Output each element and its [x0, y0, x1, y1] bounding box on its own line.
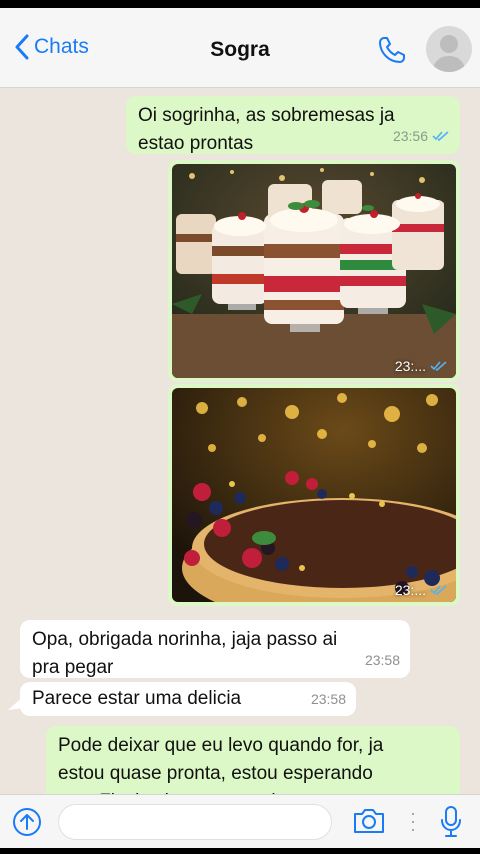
contact-name[interactable]: Sogra [0, 38, 480, 62]
message-meta: 23:56 [393, 122, 450, 150]
outgoing-message[interactable]: Pode deixar que eu levo quando for, ja e… [46, 726, 460, 798]
incoming-message[interactable]: Parece estar uma delicia 23:58 [20, 682, 356, 716]
message-text: estou quase pronta, estou esperando [58, 763, 373, 784]
incoming-message[interactable]: Opa, obrigada norinha, jaja passo ai pra… [20, 620, 410, 678]
default-avatar-icon [432, 35, 466, 72]
message-text: Opa, obrigada norinha, jaja passo ai [32, 629, 338, 650]
chat-screen: Chats Sogra Oi sogrinha, as sobremesas j… [0, 8, 480, 848]
voice-message-button[interactable] [440, 805, 462, 844]
message-text: pra pegar [32, 657, 114, 678]
message-time: 23:58 [364, 652, 400, 668]
divider-dots: · · · [410, 803, 416, 839]
double-check-icon [430, 585, 447, 596]
message-input[interactable] [58, 804, 332, 840]
message-meta: 23:58 [311, 685, 346, 713]
message-text: Parece estar uma delicia [32, 688, 242, 709]
message-text: Pode deixar que eu levo quando for, ja [58, 735, 384, 756]
camera-icon [354, 809, 384, 833]
message-input-bar: · · · [0, 794, 480, 848]
contact-avatar[interactable] [426, 26, 472, 72]
double-check-icon [430, 361, 447, 372]
call-button[interactable] [376, 34, 408, 71]
message-meta: 23:... [395, 582, 448, 598]
message-meta: 23:... [395, 358, 448, 374]
dessert-photo[interactable] [172, 164, 456, 378]
double-check-icon [432, 131, 449, 142]
message-list[interactable]: Oi sogrinha, as sobremesas ja estao pron… [0, 88, 480, 798]
microphone-icon [441, 806, 461, 837]
attach-button[interactable] [12, 807, 42, 842]
message-time: 23:58 [310, 691, 346, 707]
image-message[interactable]: 23:... [168, 384, 460, 606]
message-time: 23:... [394, 358, 426, 374]
tart-photo[interactable] [172, 388, 456, 602]
image-message[interactable]: 23:... [168, 160, 460, 382]
bubble-tail [8, 696, 24, 710]
chat-header: Chats Sogra [0, 8, 480, 88]
message-time: 23:... [394, 582, 426, 598]
phone-icon [379, 37, 405, 63]
outgoing-message[interactable]: Oi sogrinha, as sobremesas ja estao pron… [126, 96, 460, 154]
camera-button[interactable] [352, 807, 386, 840]
message-time: 23:56 [392, 128, 428, 144]
upload-arrow-icon [13, 808, 41, 836]
message-meta: 23:58 [365, 646, 400, 674]
